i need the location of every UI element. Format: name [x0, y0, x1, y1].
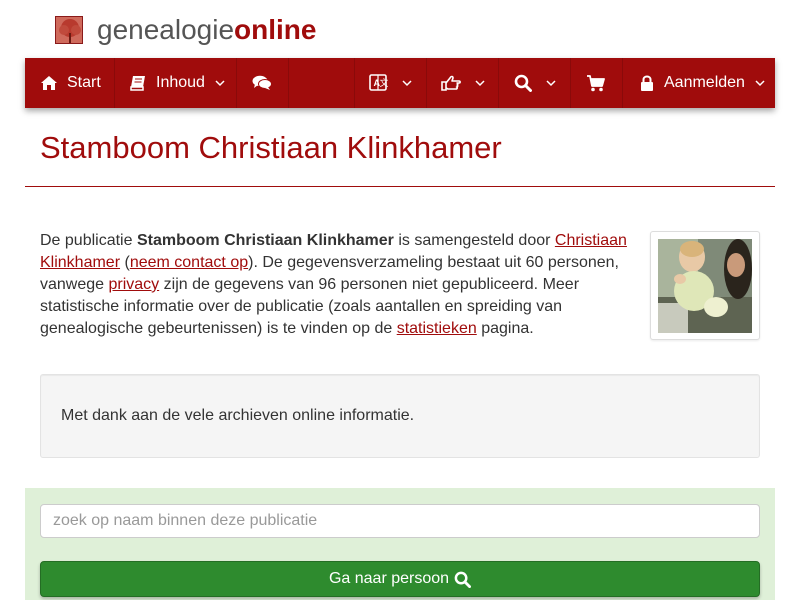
lock-icon	[640, 75, 654, 92]
person-search-section: Ga naar persoon	[25, 488, 775, 600]
intro-text-2: is samengesteld door	[393, 232, 555, 249]
chevron-down-icon	[215, 79, 225, 87]
title-divider	[25, 186, 775, 187]
nav-language[interactable]: A文	[369, 58, 412, 108]
privacy-link[interactable]: privacy	[109, 276, 160, 293]
logo-text: genealogieonline	[97, 14, 316, 46]
nav-inhoud-label: Inhoud	[156, 74, 205, 91]
person-search-input[interactable]	[40, 504, 760, 538]
logo-text-genealogie: genealogie	[97, 14, 235, 45]
contact-link[interactable]: neem contact op	[130, 254, 248, 271]
publication-photo-card[interactable]	[650, 231, 760, 340]
main-navbar: Start Inhoud A文 Aanmelden	[25, 58, 775, 108]
nav-inhoud[interactable]: Inhoud	[130, 58, 225, 108]
shopping-cart-icon	[586, 74, 605, 92]
search-icon	[454, 571, 472, 588]
nav-cart[interactable]	[586, 58, 605, 108]
language-icon: A文	[369, 74, 388, 92]
logo[interactable]: genealogieonline	[55, 14, 316, 46]
intro-text-6: pagina.	[476, 320, 534, 337]
publication-description: De publicatie Stamboom Christiaan Klinkh…	[40, 230, 635, 340]
chevron-down-icon	[546, 79, 556, 87]
nav-share[interactable]	[441, 58, 485, 108]
go-to-person-button[interactable]: Ga naar persoon	[40, 561, 760, 597]
book-icon	[130, 75, 147, 91]
chevron-down-icon	[402, 79, 412, 87]
nav-start[interactable]: Start	[40, 58, 101, 108]
tree-logo-icon	[55, 16, 83, 44]
intro-text-1: De publicatie	[40, 232, 137, 249]
thanks-panel: Met dank aan de vele archieven online in…	[40, 374, 760, 458]
hand-pointer-icon	[441, 75, 461, 91]
svg-text:文: 文	[380, 77, 389, 88]
home-icon	[40, 75, 58, 91]
chevron-down-icon	[755, 79, 765, 87]
nav-login[interactable]: Aanmelden	[640, 58, 765, 108]
nav-search[interactable]	[514, 58, 556, 108]
go-to-person-label: Ga naar persoon	[328, 570, 450, 587]
thanks-text: Met dank aan de vele archieven online in…	[61, 407, 415, 424]
intro-text-3: (	[120, 254, 130, 271]
comments-icon	[252, 75, 272, 91]
logo-text-online: online	[234, 14, 317, 45]
nav-chat[interactable]	[252, 58, 272, 108]
nav-login-label: Aanmelden	[664, 74, 745, 91]
publication-photo	[658, 239, 752, 333]
publication-name: Stamboom Christiaan Klinkhamer	[136, 232, 394, 249]
chevron-down-icon	[475, 79, 485, 87]
page-title: Stamboom Christiaan Klinkhamer	[40, 130, 502, 165]
statistics-link[interactable]: statistieken	[397, 320, 477, 337]
nav-start-label: Start	[67, 74, 101, 91]
search-icon	[514, 74, 532, 92]
